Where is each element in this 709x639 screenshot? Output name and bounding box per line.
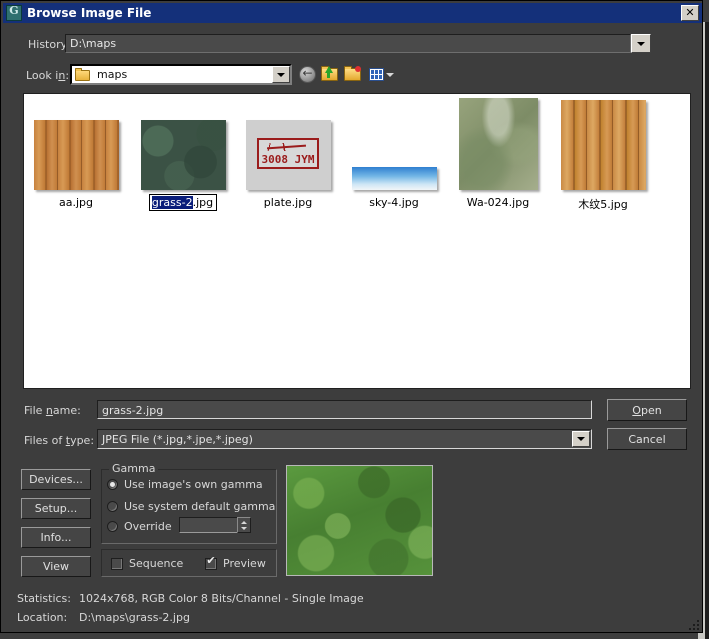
info-button[interactable]: Info... bbox=[21, 527, 91, 548]
file-thumbnail bbox=[561, 100, 646, 190]
gamma-override-input[interactable] bbox=[179, 517, 239, 533]
radio-indicator bbox=[107, 479, 118, 490]
cancel-button[interactable]: Cancel bbox=[607, 428, 687, 450]
lookin-value: maps bbox=[97, 68, 127, 81]
gamma-legend: Gamma bbox=[109, 462, 158, 475]
folder-icon bbox=[75, 68, 91, 81]
rename-input[interactable]: grass-2.jpg bbox=[149, 194, 217, 211]
stepper-down-icon bbox=[241, 527, 247, 530]
filetype-label: Files of type: bbox=[24, 434, 94, 447]
location-value: D:\maps\grass-2.jpg bbox=[79, 611, 190, 624]
window-title: Browse Image File bbox=[27, 6, 151, 20]
chevron-down-icon bbox=[386, 73, 394, 77]
file-thumbnail bbox=[34, 120, 119, 190]
filetype-dropdown-button[interactable] bbox=[572, 431, 590, 447]
file-thumbnail bbox=[141, 120, 226, 190]
view-grid-icon bbox=[369, 68, 384, 81]
radio-override-gamma[interactable]: Override bbox=[107, 520, 172, 533]
location-line: Location:D:\maps\grass-2.jpg bbox=[17, 611, 190, 624]
app-logo-icon bbox=[6, 5, 22, 21]
title-bar: Browse Image File bbox=[3, 3, 702, 23]
plate-number: 3008 JYM bbox=[259, 154, 316, 166]
list-item[interactable]: 3008 JYM plate.jpg bbox=[236, 120, 340, 209]
desktop-background: Browse Image File History: D:\maps Look … bbox=[0, 0, 709, 639]
resize-grip[interactable] bbox=[686, 617, 699, 630]
checkbox-label: Preview bbox=[223, 557, 266, 570]
statistics-label: Statistics: bbox=[17, 592, 79, 605]
checkbox-indicator bbox=[111, 558, 123, 570]
checkbox-label: Sequence bbox=[129, 557, 183, 570]
list-item[interactable]: Wa-024.jpg bbox=[446, 98, 550, 209]
back-button[interactable] bbox=[298, 65, 318, 85]
rename-selected-text: grass-2 bbox=[152, 196, 193, 209]
filename-input[interactable]: grass-2.jpg bbox=[97, 400, 592, 419]
file-label: Wa-024.jpg bbox=[446, 196, 550, 209]
license-plate-graphic: 3008 JYM bbox=[257, 138, 318, 169]
devices-button[interactable]: Devices... bbox=[21, 469, 91, 490]
file-label-editor[interactable]: grass-2.jpg bbox=[131, 194, 235, 211]
radio-use-image-gamma[interactable]: Use image's own gamma bbox=[107, 478, 263, 491]
file-label: plate.jpg bbox=[236, 196, 340, 209]
file-thumbnail bbox=[459, 98, 538, 190]
filetype-combobox[interactable]: JPEG File (*.jpg,*.jpe,*.jpeg) bbox=[97, 429, 592, 449]
close-icon[interactable] bbox=[681, 5, 699, 21]
radio-indicator bbox=[107, 521, 118, 532]
sequence-checkbox[interactable]: Sequence bbox=[111, 557, 183, 570]
list-item[interactable]: 木纹5.jpg bbox=[551, 100, 655, 212]
chevron-down-icon bbox=[637, 42, 645, 46]
file-thumbnail bbox=[352, 167, 437, 190]
statistics-line: Statistics:1024x768, RGB Color 8 Bits/Ch… bbox=[17, 592, 364, 605]
gamma-override-stepper[interactable] bbox=[237, 517, 251, 533]
background-window-shadow bbox=[705, 22, 709, 639]
lookin-combobox[interactable]: maps bbox=[70, 64, 292, 85]
view-menu-button[interactable] bbox=[367, 65, 387, 85]
list-item[interactable]: sky-4.jpg bbox=[342, 120, 446, 209]
history-input[interactable]: D:\maps bbox=[65, 34, 631, 53]
image-preview bbox=[286, 465, 433, 576]
location-label: Location: bbox=[17, 611, 79, 624]
chevron-down-icon bbox=[277, 73, 285, 77]
preview-checkbox[interactable]: Preview bbox=[205, 557, 266, 570]
up-folder-button[interactable] bbox=[320, 65, 340, 85]
open-button[interactable]: Open bbox=[607, 399, 687, 421]
view-menu-dropdown-button[interactable] bbox=[386, 71, 394, 79]
preview-thumbnail bbox=[287, 466, 432, 575]
radio-use-system-gamma[interactable]: Use system default gamma bbox=[107, 500, 275, 513]
statistics-value: 1024x768, RGB Color 8 Bits/Channel - Sin… bbox=[79, 592, 364, 605]
new-folder-button[interactable] bbox=[343, 65, 363, 85]
browse-image-file-dialog: Browse Image File History: D:\maps Look … bbox=[0, 0, 703, 633]
radio-label: Override bbox=[124, 520, 172, 533]
file-label: sky-4.jpg bbox=[342, 196, 446, 209]
lookin-label: Look in: bbox=[26, 69, 69, 82]
back-arrow-icon bbox=[299, 66, 316, 83]
list-item[interactable]: grass-2.jpg bbox=[131, 120, 235, 211]
file-label: 木纹5.jpg bbox=[551, 196, 655, 212]
history-label: History: bbox=[28, 38, 70, 51]
checkbox-indicator bbox=[205, 558, 217, 570]
rename-remaining-text: .jpg bbox=[193, 196, 214, 209]
lookin-dropdown-button[interactable] bbox=[272, 66, 290, 83]
chevron-down-icon bbox=[577, 437, 585, 441]
radio-label: Use system default gamma bbox=[124, 500, 275, 513]
setup-button[interactable]: Setup... bbox=[21, 498, 91, 519]
filename-label: File name: bbox=[24, 404, 81, 417]
file-thumbnail: 3008 JYM bbox=[246, 120, 331, 190]
history-dropdown-button[interactable] bbox=[631, 34, 651, 53]
file-list-panel[interactable]: aa.jpg grass-2.jpg 3008 JYM plate.jpg bbox=[23, 93, 691, 389]
list-item[interactable]: aa.jpg bbox=[24, 120, 128, 209]
radio-indicator bbox=[107, 501, 118, 512]
stepper-up-icon bbox=[241, 521, 247, 524]
radio-label: Use image's own gamma bbox=[124, 478, 263, 491]
view-button[interactable]: View bbox=[21, 556, 91, 577]
file-label: aa.jpg bbox=[24, 196, 128, 209]
